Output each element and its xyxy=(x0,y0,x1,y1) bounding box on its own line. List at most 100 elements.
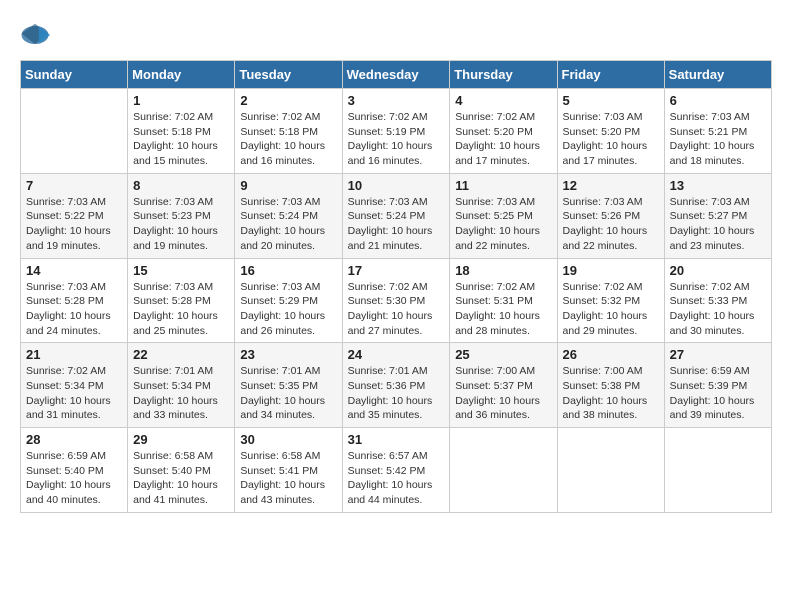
day-info: Sunrise: 7:01 AMSunset: 5:36 PMDaylight:… xyxy=(348,364,445,423)
day-number: 27 xyxy=(670,347,766,362)
day-info: Sunrise: 7:00 AMSunset: 5:37 PMDaylight:… xyxy=(455,364,551,423)
day-number: 31 xyxy=(348,432,445,447)
calendar-cell xyxy=(450,428,557,513)
calendar-cell: 1 Sunrise: 7:02 AMSunset: 5:18 PMDaylight… xyxy=(128,89,235,174)
day-info: Sunrise: 7:03 AMSunset: 5:28 PMDaylight:… xyxy=(133,280,229,339)
day-number: 25 xyxy=(455,347,551,362)
header-monday: Monday xyxy=(128,61,235,89)
day-number: 28 xyxy=(26,432,122,447)
calendar-cell: 30 Sunrise: 6:58 AMSunset: 5:41 PMDayligh… xyxy=(235,428,342,513)
day-number: 12 xyxy=(563,178,659,193)
calendar-cell xyxy=(664,428,771,513)
day-info: Sunrise: 7:02 AMSunset: 5:18 PMDaylight:… xyxy=(133,110,229,169)
day-info: Sunrise: 6:57 AMSunset: 5:42 PMDaylight:… xyxy=(348,449,445,508)
day-info: Sunrise: 7:03 AMSunset: 5:20 PMDaylight:… xyxy=(563,110,659,169)
day-info: Sunrise: 6:58 AMSunset: 5:40 PMDaylight:… xyxy=(133,449,229,508)
day-number: 29 xyxy=(133,432,229,447)
calendar-cell: 12 Sunrise: 7:03 AMSunset: 5:26 PMDayligh… xyxy=(557,173,664,258)
day-number: 13 xyxy=(670,178,766,193)
calendar-cell: 6Sunrise: 7:03 AMSunset: 5:21 PMDaylight… xyxy=(664,89,771,174)
header-saturday: Saturday xyxy=(664,61,771,89)
day-info: Sunrise: 6:58 AMSunset: 5:41 PMDaylight:… xyxy=(240,449,336,508)
calendar-cell: 31 Sunrise: 6:57 AMSunset: 5:42 PMDayligh… xyxy=(342,428,450,513)
calendar-cell: 19 Sunrise: 7:02 AMSunset: 5:32 PMDayligh… xyxy=(557,258,664,343)
calendar-cell: 8 Sunrise: 7:03 AMSunset: 5:23 PMDaylight… xyxy=(128,173,235,258)
calendar-cell: 11 Sunrise: 7:03 AMSunset: 5:25 PMDayligh… xyxy=(450,173,557,258)
day-number: 1 xyxy=(133,93,229,108)
calendar-cell: 26 Sunrise: 7:00 AMSunset: 5:38 PMDayligh… xyxy=(557,343,664,428)
day-number: 11 xyxy=(455,178,551,193)
day-number: 18 xyxy=(455,263,551,278)
day-info: Sunrise: 7:02 AMSunset: 5:34 PMDaylight:… xyxy=(26,364,122,423)
day-number: 23 xyxy=(240,347,336,362)
day-number: 16 xyxy=(240,263,336,278)
day-number: 26 xyxy=(563,347,659,362)
day-info: Sunrise: 7:03 AMSunset: 5:24 PMDaylight:… xyxy=(240,195,336,254)
day-number: 24 xyxy=(348,347,445,362)
day-info: Sunrise: 7:03 AMSunset: 5:29 PMDaylight:… xyxy=(240,280,336,339)
calendar-cell: 28Sunrise: 6:59 AMSunset: 5:40 PMDayligh… xyxy=(21,428,128,513)
calendar-cell: 7 Sunrise: 7:03 AMSunset: 5:22 PMDaylight… xyxy=(21,173,128,258)
calendar-table: SundayMondayTuesdayWednesdayThursdayFrid… xyxy=(20,60,772,513)
header-friday: Friday xyxy=(557,61,664,89)
day-number: 21 xyxy=(26,347,122,362)
day-info: Sunrise: 7:02 AMSunset: 5:30 PMDaylight:… xyxy=(348,280,445,339)
day-info: Sunrise: 7:00 AMSunset: 5:38 PMDaylight:… xyxy=(563,364,659,423)
day-number: 14 xyxy=(26,263,122,278)
calendar-cell xyxy=(21,89,128,174)
calendar-cell xyxy=(557,428,664,513)
day-number: 2 xyxy=(240,93,336,108)
day-info: Sunrise: 7:01 AMSunset: 5:35 PMDaylight:… xyxy=(240,364,336,423)
day-number: 4 xyxy=(455,93,551,108)
day-number: 3 xyxy=(348,93,445,108)
header-tuesday: Tuesday xyxy=(235,61,342,89)
day-number: 10 xyxy=(348,178,445,193)
day-info: Sunrise: 7:03 AMSunset: 5:22 PMDaylight:… xyxy=(26,195,122,254)
day-number: 9 xyxy=(240,178,336,193)
calendar-cell: 13Sunrise: 7:03 AMSunset: 5:27 PMDayligh… xyxy=(664,173,771,258)
day-number: 30 xyxy=(240,432,336,447)
day-info: Sunrise: 7:02 AMSunset: 5:32 PMDaylight:… xyxy=(563,280,659,339)
day-info: Sunrise: 7:03 AMSunset: 5:25 PMDaylight:… xyxy=(455,195,551,254)
day-info: Sunrise: 7:03 AMSunset: 5:26 PMDaylight:… xyxy=(563,195,659,254)
calendar-cell: 9 Sunrise: 7:03 AMSunset: 5:24 PMDaylight… xyxy=(235,173,342,258)
day-number: 15 xyxy=(133,263,229,278)
day-number: 20 xyxy=(670,263,766,278)
header-thursday: Thursday xyxy=(450,61,557,89)
day-info: Sunrise: 7:03 AMSunset: 5:23 PMDaylight:… xyxy=(133,195,229,254)
header-wednesday: Wednesday xyxy=(342,61,450,89)
calendar-cell: 5 Sunrise: 7:03 AMSunset: 5:20 PMDaylight… xyxy=(557,89,664,174)
calendar-cell: 24 Sunrise: 7:01 AMSunset: 5:36 PMDayligh… xyxy=(342,343,450,428)
calendar-week-1: 1 Sunrise: 7:02 AMSunset: 5:18 PMDaylight… xyxy=(21,89,772,174)
calendar-cell: 4 Sunrise: 7:02 AMSunset: 5:20 PMDaylight… xyxy=(450,89,557,174)
day-info: Sunrise: 7:02 AMSunset: 5:31 PMDaylight:… xyxy=(455,280,551,339)
day-info: Sunrise: 7:03 AMSunset: 5:24 PMDaylight:… xyxy=(348,195,445,254)
day-number: 22 xyxy=(133,347,229,362)
day-number: 7 xyxy=(26,178,122,193)
page-header xyxy=(20,20,772,50)
calendar-cell: 3 Sunrise: 7:02 AMSunset: 5:19 PMDaylight… xyxy=(342,89,450,174)
calendar-cell: 17Sunrise: 7:02 AMSunset: 5:30 PMDayligh… xyxy=(342,258,450,343)
logo-icon xyxy=(20,20,50,50)
day-number: 5 xyxy=(563,93,659,108)
calendar-cell: 16 Sunrise: 7:03 AMSunset: 5:29 PMDayligh… xyxy=(235,258,342,343)
day-info: Sunrise: 7:02 AMSunset: 5:19 PMDaylight:… xyxy=(348,110,445,169)
day-number: 8 xyxy=(133,178,229,193)
calendar-cell: 22 Sunrise: 7:01 AMSunset: 5:34 PMDayligh… xyxy=(128,343,235,428)
day-info: Sunrise: 7:01 AMSunset: 5:34 PMDaylight:… xyxy=(133,364,229,423)
calendar-cell: 21 Sunrise: 7:02 AMSunset: 5:34 PMDayligh… xyxy=(21,343,128,428)
calendar-cell: 15 Sunrise: 7:03 AMSunset: 5:28 PMDayligh… xyxy=(128,258,235,343)
calendar-cell: 10 Sunrise: 7:03 AMSunset: 5:24 PMDayligh… xyxy=(342,173,450,258)
day-number: 19 xyxy=(563,263,659,278)
day-number: 6 xyxy=(670,93,766,108)
calendar-cell: 27 Sunrise: 6:59 AMSunset: 5:39 PMDayligh… xyxy=(664,343,771,428)
calendar-week-2: 7 Sunrise: 7:03 AMSunset: 5:22 PMDaylight… xyxy=(21,173,772,258)
day-info: Sunrise: 7:02 AMSunset: 5:18 PMDaylight:… xyxy=(240,110,336,169)
day-info: Sunrise: 6:59 AMSunset: 5:39 PMDaylight:… xyxy=(670,364,766,423)
calendar-cell: 20Sunrise: 7:02 AMSunset: 5:33 PMDayligh… xyxy=(664,258,771,343)
calendar-cell: 18 Sunrise: 7:02 AMSunset: 5:31 PMDayligh… xyxy=(450,258,557,343)
day-info: Sunrise: 7:02 AMSunset: 5:20 PMDaylight:… xyxy=(455,110,551,169)
calendar-cell: 23 Sunrise: 7:01 AMSunset: 5:35 PMDayligh… xyxy=(235,343,342,428)
calendar-week-4: 21 Sunrise: 7:02 AMSunset: 5:34 PMDayligh… xyxy=(21,343,772,428)
calendar-header-row: SundayMondayTuesdayWednesdayThursdayFrid… xyxy=(21,61,772,89)
